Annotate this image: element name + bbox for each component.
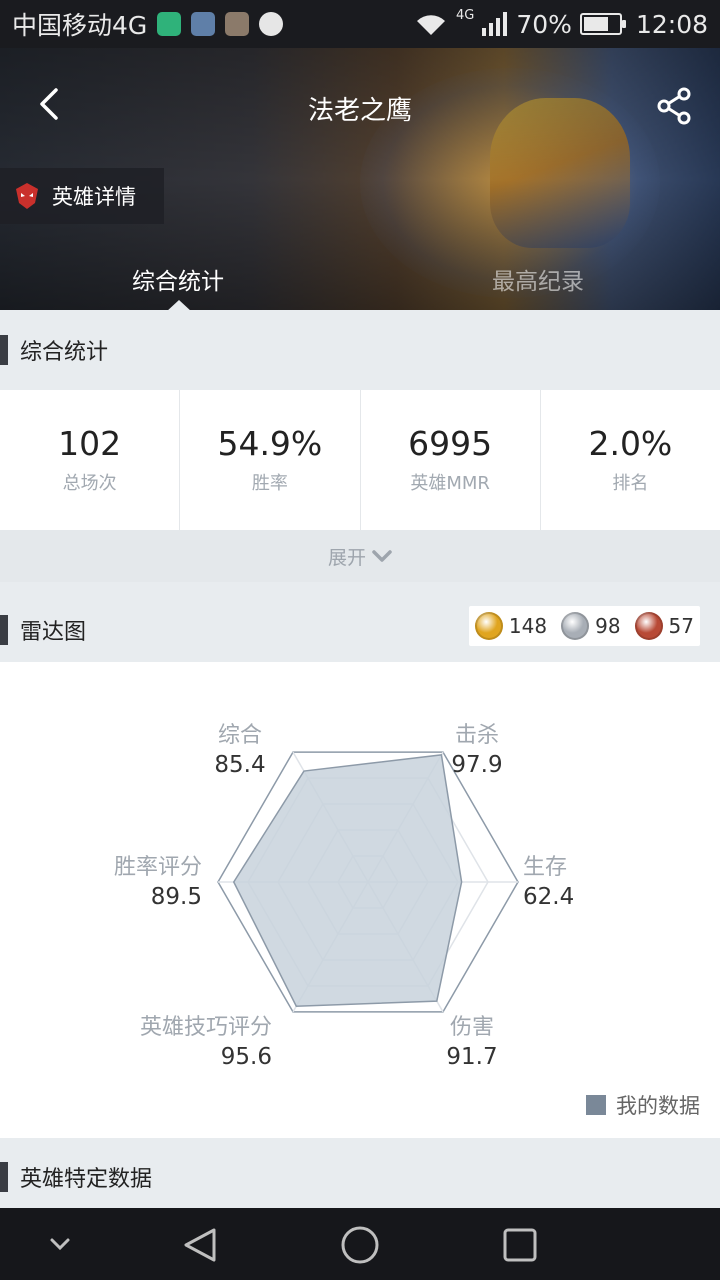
silver-medal-icon (561, 612, 590, 640)
expand-label: 展开 (327, 546, 366, 569)
chat-notification-icon (191, 12, 216, 36)
radar-axis-value: 85.4 (214, 752, 265, 778)
radar-axis-label: 伤害 (450, 1015, 494, 1040)
hero-data-section-title: 英雄特定数据 (20, 1167, 153, 1192)
radar-axis-value: 62.4 (523, 884, 574, 910)
gold-medal-count: 148 (508, 614, 548, 638)
battery-percent: 70% (516, 9, 572, 39)
tab-best-records[interactable]: 最高纪录 (492, 262, 584, 296)
stat-value: 6995 (408, 424, 493, 463)
radar-section-title: 雷达图 (20, 620, 87, 645)
silver-medal: 98 (561, 612, 621, 640)
chevron-down-icon (372, 550, 392, 562)
stat-total-games: 102 总场次 (0, 390, 181, 530)
stat-value: 102 (58, 424, 122, 463)
tab-overview[interactable]: 综合统计 (132, 262, 224, 296)
radar-chart: 综合 85.4 击杀 97.9 生存 62.4 伤害 91.7 英雄技巧评分 95.6 胜率评分 89… (114, 723, 574, 1070)
wifi-icon (417, 15, 446, 35)
share-button[interactable] (652, 84, 696, 128)
radar-axis-value: 89.5 (151, 884, 202, 910)
gallery-notification-icon (225, 12, 250, 36)
hero-emblem-icon (16, 183, 38, 209)
radar-axis-label: 英雄技巧评分 (140, 1015, 272, 1040)
battery-icon (579, 13, 626, 35)
stat-label: 总场次 (62, 473, 117, 494)
stat-win-rate: 54.9% 胜率 (180, 390, 361, 530)
radar-axis-value: 97.9 (451, 752, 502, 778)
page-title: 法老之鹰 (307, 96, 412, 126)
stat-label: 排名 (612, 473, 649, 494)
radar-axis-value: 91.7 (446, 1044, 497, 1070)
bronze-medal-icon (634, 612, 663, 640)
radar-axis-label: 生存 (523, 855, 567, 880)
active-tab-indicator (166, 300, 192, 310)
radar-axis-label: 胜率评分 (114, 855, 202, 880)
overview-section-header: 综合统计 (0, 310, 720, 390)
expand-button[interactable]: 展开 (0, 530, 720, 582)
radar-axis-label: 综合 (218, 723, 262, 748)
overview-section-title: 综合统计 (20, 340, 109, 365)
hero-banner: 法老之鹰 英雄详情 综合统计 最高纪录 (0, 48, 720, 310)
qq-notification-icon (259, 12, 284, 36)
bronze-medal-count: 57 (668, 614, 694, 638)
back-nav-icon[interactable] (180, 1226, 220, 1264)
legend-swatch (586, 1095, 606, 1115)
clock: 12:08 (635, 9, 708, 39)
system-nav-bar (0, 1208, 720, 1280)
silver-medal-count: 98 (595, 614, 621, 638)
legend-label: 我的数据 (616, 1094, 700, 1118)
radar-axis-label: 击杀 (455, 723, 499, 748)
radar-card: 综合 85.4 击杀 97.9 生存 62.4 伤害 91.7 英雄技巧评分 95.6 胜率评分 89… (0, 662, 720, 1138)
hero-details-badge[interactable]: 英雄详情 (0, 168, 164, 224)
stat-value: 2.0% (588, 424, 673, 463)
app-notification-icon (157, 12, 182, 36)
bronze-medal: 57 (634, 612, 694, 640)
network-type: 4G (456, 8, 475, 23)
gold-medal: 148 (474, 612, 548, 640)
hero-data-section-header: 英雄特定数据 (0, 1146, 720, 1208)
recents-nav-icon[interactable] (502, 1227, 538, 1263)
signal-icon (482, 12, 508, 36)
radar-axis-value: 95.6 (221, 1044, 272, 1070)
gold-medal-icon (474, 612, 503, 640)
hero-details-label: 英雄详情 (52, 185, 136, 209)
stats-row: 102 总场次 54.9% 胜率 6995 英雄MMR 2.0% 排名 (0, 390, 720, 530)
home-nav-icon[interactable] (340, 1225, 380, 1265)
carrier-label: 中国移动4G (12, 11, 148, 40)
stat-label: 胜率 (251, 473, 288, 494)
stat-value: 54.9% (217, 424, 323, 463)
stat-hero-mmr: 6995 英雄MMR (361, 390, 541, 530)
hide-nav-chevron-icon[interactable] (48, 1236, 72, 1252)
status-bar: 中国移动4G 4G 70% 12:08 (0, 0, 720, 48)
stat-rank: 2.0% 排名 (541, 390, 720, 530)
stat-label: 英雄MMR (410, 473, 490, 494)
medal-counts: 148 98 57 (468, 606, 700, 646)
radar-legend: 我的数据 (586, 1090, 700, 1120)
tab-bar: 综合统计 最高纪录 (0, 252, 720, 310)
